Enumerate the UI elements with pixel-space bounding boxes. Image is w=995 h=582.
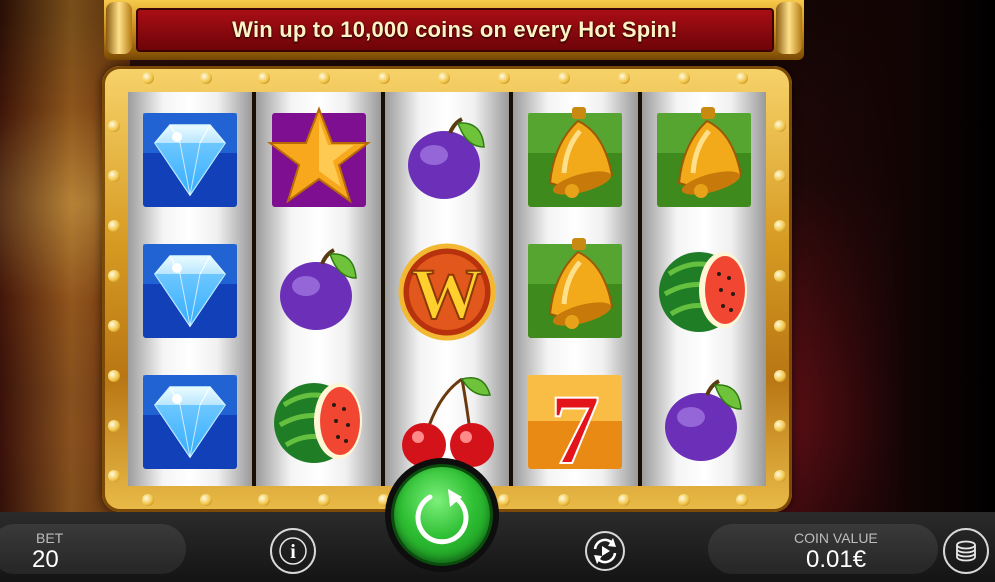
diamond-icon bbox=[143, 375, 238, 470]
info-glyph: i bbox=[290, 541, 296, 563]
frame-bulb bbox=[108, 270, 120, 282]
frame-bulb bbox=[200, 72, 212, 84]
frame-bulb bbox=[774, 370, 786, 382]
star-symbol bbox=[264, 103, 374, 213]
coin-stack-icon bbox=[956, 540, 976, 562]
spin-arrow-icon bbox=[415, 489, 469, 545]
frame-bulb bbox=[378, 72, 390, 84]
frame-bulb bbox=[774, 270, 786, 282]
coin-value: 0.01€ bbox=[806, 546, 867, 573]
promo-banner-text: Win up to 10,000 coins on every Hot Spin… bbox=[136, 8, 774, 52]
autoplay-button[interactable] bbox=[582, 528, 628, 574]
frame-bulb bbox=[736, 72, 748, 84]
frame-bulb bbox=[774, 220, 786, 232]
frame-bulb bbox=[618, 494, 630, 506]
right-stage-shadow bbox=[775, 0, 995, 512]
frame-bulb bbox=[678, 72, 690, 84]
bell-icon bbox=[528, 237, 623, 338]
frame-bulb bbox=[142, 72, 154, 84]
autoplay-icon bbox=[585, 531, 625, 571]
watermelon-icon bbox=[658, 251, 747, 332]
frame-bulb bbox=[108, 470, 120, 482]
banner-cap-left bbox=[106, 2, 132, 54]
plum-icon bbox=[664, 379, 742, 462]
bet-label: BET bbox=[36, 530, 64, 546]
frame-bulb bbox=[774, 470, 786, 482]
reel-4: 7 bbox=[513, 92, 638, 486]
seven-symbol: 7 bbox=[520, 365, 630, 486]
plum-icon bbox=[408, 116, 485, 199]
frame-bulb bbox=[108, 420, 120, 432]
wild-letter: W bbox=[411, 254, 483, 334]
diamond-symbol bbox=[135, 234, 245, 344]
frame-bulb bbox=[498, 494, 510, 506]
plum-symbol bbox=[649, 365, 759, 475]
frame-bulb bbox=[258, 72, 270, 84]
promo-banner: Win up to 10,000 coins on every Hot Spin… bbox=[104, 0, 804, 60]
wild-symbol: W bbox=[392, 234, 502, 344]
diamond-icon bbox=[143, 112, 238, 207]
spin-button[interactable] bbox=[394, 467, 490, 563]
seven-icon: 7 bbox=[528, 373, 623, 486]
banner-cap-right bbox=[776, 2, 802, 54]
frame-bulb bbox=[108, 170, 120, 182]
frame-bulb bbox=[318, 494, 330, 506]
bet-selector[interactable]: BET 20 bbox=[0, 524, 186, 574]
watermelon-icon bbox=[273, 383, 362, 464]
frame-bulb bbox=[678, 494, 690, 506]
bell-symbol bbox=[520, 103, 630, 213]
coin-value-label: COIN VALUE bbox=[794, 530, 878, 546]
frame-bulb bbox=[774, 320, 786, 332]
coin-value-selector[interactable]: COIN VALUE 0.01€ bbox=[708, 524, 938, 574]
info-button[interactable]: i bbox=[270, 528, 316, 574]
frame-bulb bbox=[108, 320, 120, 332]
frame-bulb bbox=[736, 494, 748, 506]
bell-icon bbox=[528, 106, 623, 207]
frame-bulb bbox=[258, 494, 270, 506]
plum-symbol bbox=[264, 234, 374, 344]
frame-bulb bbox=[558, 494, 570, 506]
frame-bulb bbox=[558, 72, 570, 84]
watermelon-symbol bbox=[649, 234, 759, 344]
wild-icon: W bbox=[398, 243, 496, 341]
frame-bulb bbox=[108, 120, 120, 132]
bell-symbol bbox=[649, 103, 759, 213]
reel-5 bbox=[641, 92, 767, 486]
frame-bulb bbox=[200, 494, 212, 506]
info-icon: i bbox=[279, 537, 307, 565]
frame-bulb bbox=[498, 72, 510, 84]
frame-bulb bbox=[108, 370, 120, 382]
diamond-icon bbox=[143, 243, 238, 338]
diamond-symbol bbox=[135, 365, 245, 475]
bet-value: 20 bbox=[32, 546, 59, 573]
seven-glyph: 7 bbox=[550, 374, 600, 475]
plum-symbol bbox=[392, 103, 502, 213]
bell-icon bbox=[656, 106, 751, 207]
star-icon bbox=[266, 105, 371, 207]
watermelon-symbol bbox=[264, 365, 374, 475]
plum-icon bbox=[279, 248, 357, 330]
frame-bulb bbox=[774, 420, 786, 432]
reel-2 bbox=[256, 92, 381, 486]
reel-frame: W 7 bbox=[102, 66, 792, 512]
frame-bulb bbox=[618, 72, 630, 84]
reel-1 bbox=[128, 92, 253, 486]
frame-bulb bbox=[774, 120, 786, 132]
reel-3: W bbox=[384, 92, 510, 486]
coin-stack-button[interactable] bbox=[943, 528, 989, 574]
reel-grid: W 7 bbox=[128, 92, 767, 486]
frame-bulb bbox=[142, 494, 154, 506]
diamond-symbol bbox=[135, 103, 245, 213]
frame-bulb bbox=[108, 220, 120, 232]
bell-symbol bbox=[520, 234, 630, 344]
spin-button-housing bbox=[385, 458, 499, 572]
frame-bulb bbox=[774, 170, 786, 182]
frame-bulb bbox=[438, 72, 450, 84]
frame-bulb bbox=[318, 72, 330, 84]
